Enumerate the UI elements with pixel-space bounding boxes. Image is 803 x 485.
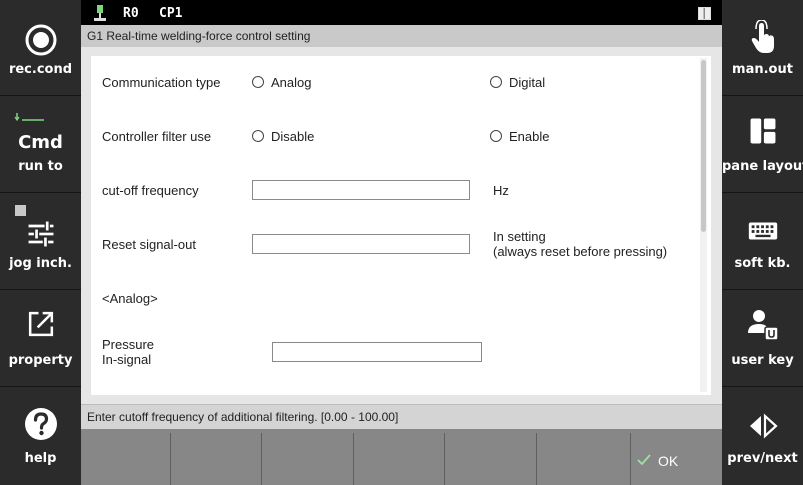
analog-section-heading: <Analog> xyxy=(102,291,158,306)
vertical-scrollbar[interactable] xyxy=(700,58,707,392)
bottom-function-bar: OK xyxy=(81,429,722,485)
man-out-button[interactable]: man.out xyxy=(722,0,803,96)
man-out-label: man.out xyxy=(732,62,793,77)
help-status-line: Enter cutoff frequency of additional fil… xyxy=(81,404,722,429)
jog-inch-label: jog inch. xyxy=(9,256,72,271)
help-button[interactable]: help xyxy=(0,388,81,484)
run-to-label: run to xyxy=(18,159,63,174)
program-number: CP1 xyxy=(159,6,183,21)
pane-layout-label: pane layout xyxy=(722,159,803,174)
right-function-panel: man.out pane layout soft kb. user key pr… xyxy=(722,0,803,485)
status-top-bar: R0 CP1 xyxy=(81,0,722,25)
digital-option-label[interactable]: Digital xyxy=(509,75,545,90)
function-key-4[interactable] xyxy=(355,433,445,485)
run-to-button[interactable]: Cmd run to xyxy=(0,97,81,193)
cutoff-unit: Hz xyxy=(493,183,509,198)
question-icon xyxy=(24,408,57,440)
function-key-5[interactable] xyxy=(447,433,537,485)
rec-cond-label: rec.cond xyxy=(8,62,73,77)
window-title: G1 Real-time welding-force control setti… xyxy=(81,25,722,47)
cmd-label: Cmd xyxy=(18,132,63,153)
disable-radio[interactable] xyxy=(252,130,264,142)
soft-kb-button[interactable]: soft kb. xyxy=(722,194,803,290)
reset-signal-label: Reset signal-out xyxy=(102,237,196,252)
cutoff-frequency-input[interactable] xyxy=(252,180,470,200)
disable-option-label[interactable]: Disable xyxy=(271,129,314,144)
soft-kb-label: soft kb. xyxy=(734,256,791,271)
analog-option-label[interactable]: Analog xyxy=(271,75,311,90)
content-area: Communication type Analog Digital Contro… xyxy=(81,47,722,404)
prev-next-label: prev/next xyxy=(727,451,798,466)
checkmark-icon xyxy=(637,454,651,466)
enable-option-label[interactable]: Enable xyxy=(509,129,549,144)
ok-button[interactable]: OK xyxy=(631,433,722,485)
robot-icon xyxy=(94,5,106,21)
left-function-panel: rec.cond Cmd run to jog inch. property h… xyxy=(0,0,81,485)
communication-type-label: Communication type xyxy=(102,75,221,90)
layout-icon xyxy=(750,118,775,144)
pressure-label-line1: Pressure xyxy=(102,337,155,352)
reset-note-line1: In setting xyxy=(493,229,546,244)
hand-pointer-icon xyxy=(751,20,774,53)
pressure-in-signal-input[interactable] xyxy=(272,342,482,362)
record-icon xyxy=(25,24,56,56)
property-button[interactable]: property xyxy=(0,291,81,387)
function-key-3[interactable] xyxy=(264,433,354,485)
prev-next-button[interactable]: prev/next xyxy=(722,388,803,484)
external-link-icon xyxy=(28,311,53,337)
scrollbar-thumb[interactable] xyxy=(701,60,706,232)
analog-radio[interactable] xyxy=(252,76,264,88)
indicator-square-icon xyxy=(15,205,26,216)
controller-filter-label: Controller filter use xyxy=(102,129,212,144)
function-key-2[interactable] xyxy=(172,433,262,485)
user-key-button[interactable]: user key xyxy=(722,291,803,387)
reset-signal-input[interactable] xyxy=(252,234,470,254)
enable-radio[interactable] xyxy=(490,130,502,142)
reset-note-line2: (always reset before pressing) xyxy=(493,244,668,259)
pressure-label-line2: In-signal xyxy=(102,352,152,367)
function-key-6[interactable] xyxy=(538,433,631,485)
help-label: help xyxy=(24,451,57,466)
jog-inch-button[interactable]: jog inch. xyxy=(0,194,81,290)
user-key-label: user key xyxy=(731,353,794,368)
keyboard-icon xyxy=(748,222,777,240)
digital-radio[interactable] xyxy=(490,76,502,88)
settings-form: Communication type Analog Digital Contro… xyxy=(91,56,711,395)
pane-layout-button[interactable]: pane layout xyxy=(722,97,803,193)
ok-label: OK xyxy=(658,453,679,469)
sliders-icon xyxy=(28,221,53,247)
prev-next-icon xyxy=(749,413,778,439)
rec-cond-button[interactable]: rec.cond xyxy=(0,0,81,96)
step-icon xyxy=(14,113,44,122)
memory-icon xyxy=(698,7,711,20)
cutoff-frequency-label: cut-off frequency xyxy=(102,183,199,198)
function-key-1[interactable] xyxy=(81,433,171,485)
property-label: property xyxy=(8,353,73,368)
user-key-icon xyxy=(747,310,779,341)
robot-number: R0 xyxy=(123,6,139,21)
